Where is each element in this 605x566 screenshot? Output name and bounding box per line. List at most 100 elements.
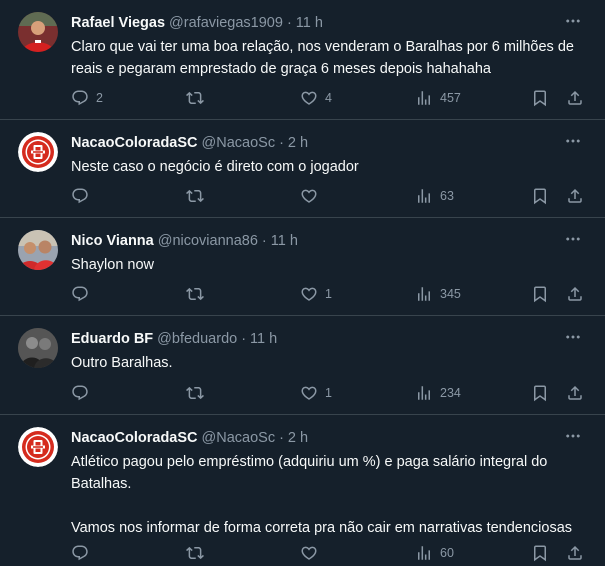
views-icon (415, 285, 433, 303)
share-button[interactable] (566, 284, 584, 304)
bookmark-icon (531, 384, 549, 402)
retweet-button[interactable] (186, 186, 211, 206)
more-options-icon[interactable] (563, 230, 583, 248)
separator-dot: · (279, 430, 284, 446)
timestamp[interactable]: 11 h (296, 15, 323, 31)
bookmark-icon (531, 285, 549, 303)
reply-button[interactable]: 2 (71, 88, 103, 108)
heart-icon (300, 285, 318, 303)
views-icon (415, 89, 433, 107)
view-count: 345 (440, 287, 461, 301)
reply-button[interactable] (71, 284, 96, 304)
view-count: 457 (440, 91, 461, 105)
timestamp[interactable]: 11 h (250, 331, 277, 347)
bookmark-button[interactable] (531, 543, 549, 563)
tweet[interactable]: Nico Vianna @nicovianna86 · 11 h Shaylon… (0, 218, 605, 316)
tweet-text: Atlético pagou pelo empréstimo (adquiriu… (71, 454, 573, 536)
avatar[interactable] (18, 328, 58, 368)
action-bar: 1 345 (0, 284, 605, 304)
display-name[interactable]: NacaoColoradaSC (71, 430, 198, 446)
display-name[interactable]: Nico Vianna (71, 233, 154, 249)
username-handle[interactable]: @rafaviegas1909 (169, 15, 283, 31)
bookmark-button[interactable] (531, 186, 549, 206)
views-button[interactable]: 63 (415, 186, 454, 206)
bookmark-icon (531, 544, 549, 562)
like-button[interactable]: 4 (300, 88, 332, 108)
more-options-icon[interactable] (563, 427, 583, 445)
like-button[interactable]: 1 (300, 383, 332, 403)
views-button[interactable]: 457 (415, 88, 461, 108)
retweet-icon (186, 285, 204, 303)
action-bar: 63 (0, 186, 605, 206)
reply-icon (71, 384, 89, 402)
share-icon (566, 544, 584, 562)
reply-count: 2 (96, 91, 103, 105)
share-button[interactable] (566, 543, 584, 563)
username-handle[interactable]: @NacaoSc (202, 430, 276, 446)
views-icon (415, 544, 433, 562)
like-button[interactable] (300, 543, 325, 563)
views-button[interactable]: 234 (415, 383, 461, 403)
share-button[interactable] (566, 186, 584, 206)
reply-button[interactable] (71, 383, 96, 403)
timestamp[interactable]: 2 h (288, 135, 308, 151)
tweet[interactable]: NacaoColoradaSC @NacaoSc · 2 h Neste cas… (0, 120, 605, 218)
tweet-text: Outro Baralhas. (71, 355, 173, 371)
views-button[interactable]: 345 (415, 284, 461, 304)
avatar[interactable] (18, 12, 58, 52)
reply-icon (71, 285, 89, 303)
username-handle[interactable]: @nicovianna86 (158, 233, 258, 249)
like-button[interactable] (300, 186, 325, 206)
like-count: 1 (325, 386, 332, 400)
display-name[interactable]: Rafael Viegas (71, 15, 165, 31)
timestamp[interactable]: 11 h (271, 233, 298, 249)
retweet-button[interactable] (186, 383, 211, 403)
tweet-text: Neste caso o negócio é direto com o joga… (71, 159, 359, 175)
tweet[interactable]: Rafael Viegas @rafaviegas1909 · 11 h Cla… (0, 0, 605, 120)
share-icon (566, 187, 584, 205)
retweet-icon (186, 187, 204, 205)
separator-dot: · (241, 331, 247, 347)
avatar[interactable] (18, 230, 58, 270)
more-options-icon[interactable] (563, 12, 583, 30)
share-icon (566, 285, 584, 303)
more-options-icon[interactable] (563, 328, 583, 346)
reply-button[interactable] (71, 543, 96, 563)
avatar[interactable] (18, 427, 58, 467)
reply-icon (71, 187, 89, 205)
views-icon (415, 187, 433, 205)
reply-button[interactable] (71, 186, 96, 206)
username-handle[interactable]: @bfeduardo (157, 331, 237, 347)
display-name[interactable]: Eduardo BF (71, 331, 153, 347)
retweet-button[interactable] (186, 543, 211, 563)
views-button[interactable]: 60 (415, 543, 454, 563)
retweet-button[interactable] (186, 284, 211, 304)
timestamp[interactable]: 2 h (288, 430, 308, 446)
internacional-crest-icon (18, 132, 58, 172)
views-icon (415, 384, 433, 402)
separator-dot: · (261, 233, 267, 249)
bookmark-icon (531, 187, 549, 205)
bookmark-button[interactable] (531, 88, 549, 108)
more-options-icon[interactable] (563, 132, 583, 150)
action-bar: 2 4 457 (0, 88, 605, 108)
tweet-text: Claro que vai ter uma boa relação, nos v… (71, 39, 574, 77)
bookmark-button[interactable] (531, 284, 549, 304)
retweet-icon (186, 89, 204, 107)
username-handle[interactable]: @NacaoSc (202, 135, 276, 151)
bookmark-icon (531, 89, 549, 107)
tweet[interactable]: Eduardo BF @bfeduardo · 11 h Outro Baral… (0, 316, 605, 415)
share-button[interactable] (566, 88, 584, 108)
share-icon (566, 384, 584, 402)
internacional-crest-icon (18, 427, 58, 467)
like-button[interactable]: 1 (300, 284, 332, 304)
tweet[interactable]: NacaoColoradaSC @NacaoSc · 2 h Atlético … (0, 415, 605, 566)
bookmark-button[interactable] (531, 383, 549, 403)
action-bar: 60 (0, 543, 605, 563)
display-name[interactable]: NacaoColoradaSC (71, 135, 198, 151)
reply-icon (71, 89, 89, 107)
avatar[interactable] (18, 132, 58, 172)
share-button[interactable] (566, 383, 584, 403)
heart-icon (300, 544, 318, 562)
retweet-button[interactable] (186, 88, 211, 108)
